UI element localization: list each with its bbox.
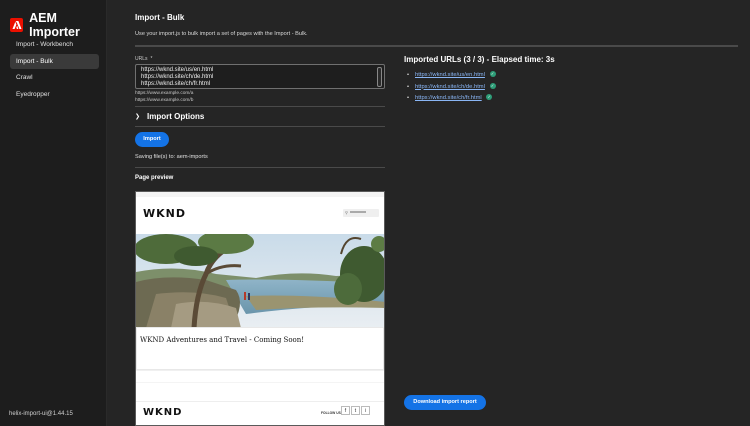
adobe-logo-icon: [10, 18, 24, 32]
import-options-label: Import Options: [147, 112, 205, 121]
sidebar: AEM Importer Import - Workbench Import -…: [0, 0, 107, 426]
preview-logo: WKND: [143, 207, 186, 220]
brand: AEM Importer: [10, 11, 106, 39]
preview-title: Page preview: [135, 175, 174, 181]
urls-textarea[interactable]: https://wknd.site/us/en.html https://wkn…: [135, 64, 385, 89]
preview-heading: WKND Adventures and Travel - Coming Soon…: [140, 336, 305, 344]
search-placeholder: [350, 211, 366, 213]
sidebar-item-import-workbench[interactable]: Import - Workbench: [10, 37, 99, 52]
imported-url-link[interactable]: https://wknd.site/us/en.html: [415, 72, 485, 78]
preview-footer: WKND FOLLOW US f t i: [136, 401, 384, 425]
imported-url-item: • https://wknd.site/ch/de.html ✓: [407, 82, 496, 94]
preview-top-strip: [136, 192, 384, 197]
textarea-scrollbar[interactable]: [377, 67, 382, 87]
main-panel: Import - Bulk Use your import.js to bulk…: [107, 0, 750, 426]
version-label: helix-import-ui@1.44.15: [9, 411, 73, 417]
imported-url-item: • https://wknd.site/ch/fr.html ✓: [407, 93, 496, 105]
url-line: https://wknd.site/ch/de.html: [141, 74, 214, 80]
preview-divider: [136, 370, 384, 371]
sidebar-nav: Import - Workbench Import - Bulk Crawl E…: [10, 37, 99, 103]
preview-content-card: WKND Adventures and Travel - Coming Soon…: [136, 327, 384, 370]
page-preview-frame[interactable]: WKND ⚲ WKND Adventures and Travel - Comi…: [135, 191, 385, 426]
facebook-icon: f: [341, 406, 350, 415]
sidebar-item-crawl[interactable]: Crawl: [10, 70, 99, 85]
success-check-icon: ✓: [486, 94, 493, 101]
imported-urls-list: • https://wknd.site/us/en.html ✓ • https…: [407, 70, 496, 105]
preview-search-box: ⚲: [343, 209, 379, 217]
required-marker: *: [150, 56, 153, 62]
urls-field-label: URLs *: [135, 56, 152, 62]
bullet-icon: •: [407, 83, 410, 90]
success-check-icon: ✓: [489, 71, 496, 78]
page-description: Use your import.js to bulk import a set …: [135, 31, 308, 37]
app-title: AEM Importer: [29, 11, 80, 39]
sidebar-item-import-bulk[interactable]: Import - Bulk: [10, 53, 99, 69]
import-button[interactable]: Import: [135, 132, 169, 147]
urls-hint-line: https://www.example.com/b: [135, 98, 194, 103]
url-line: https://wknd.site/ch/fr.html: [141, 81, 211, 87]
divider: [135, 106, 385, 107]
urls-label-text: URLs: [135, 56, 148, 62]
sidebar-item-eyedropper[interactable]: Eyedropper: [10, 87, 99, 102]
imported-url-link[interactable]: https://wknd.site/ch/de.html: [415, 84, 485, 90]
success-check-icon: ✓: [489, 82, 496, 89]
instagram-icon: i: [361, 406, 370, 415]
preview-hero-image: [136, 234, 384, 328]
bullet-icon: •: [407, 95, 410, 101]
preview-footer-logo: WKND: [143, 407, 183, 418]
imported-url-link[interactable]: https://wknd.site/ch/fr.html: [415, 95, 482, 101]
urls-hint-line: https://www.example.com/a: [135, 91, 194, 96]
download-report-button[interactable]: Download import report: [404, 395, 486, 410]
preview-follow-label: FOLLOW US: [321, 411, 341, 415]
imported-url-item: • https://wknd.site/us/en.html ✓: [407, 70, 496, 82]
divider: [135, 45, 738, 47]
preview-divider: [136, 382, 384, 383]
search-icon: ⚲: [345, 210, 348, 215]
divider: [135, 167, 385, 168]
saving-location-text: Saving file(s) to: aem-imports: [135, 154, 208, 160]
chevron-right-icon: ❯: [135, 114, 141, 120]
bullet-icon: •: [407, 72, 410, 78]
results-title: Imported URLs (3 / 3) - Elapsed time: 3s: [404, 55, 555, 64]
twitter-icon: t: [351, 406, 360, 415]
import-options-toggle[interactable]: ❯ Import Options: [135, 112, 204, 121]
page-title: Import - Bulk: [135, 13, 185, 22]
divider: [135, 126, 385, 127]
url-line: https://wknd.site/us/en.html: [141, 67, 214, 73]
